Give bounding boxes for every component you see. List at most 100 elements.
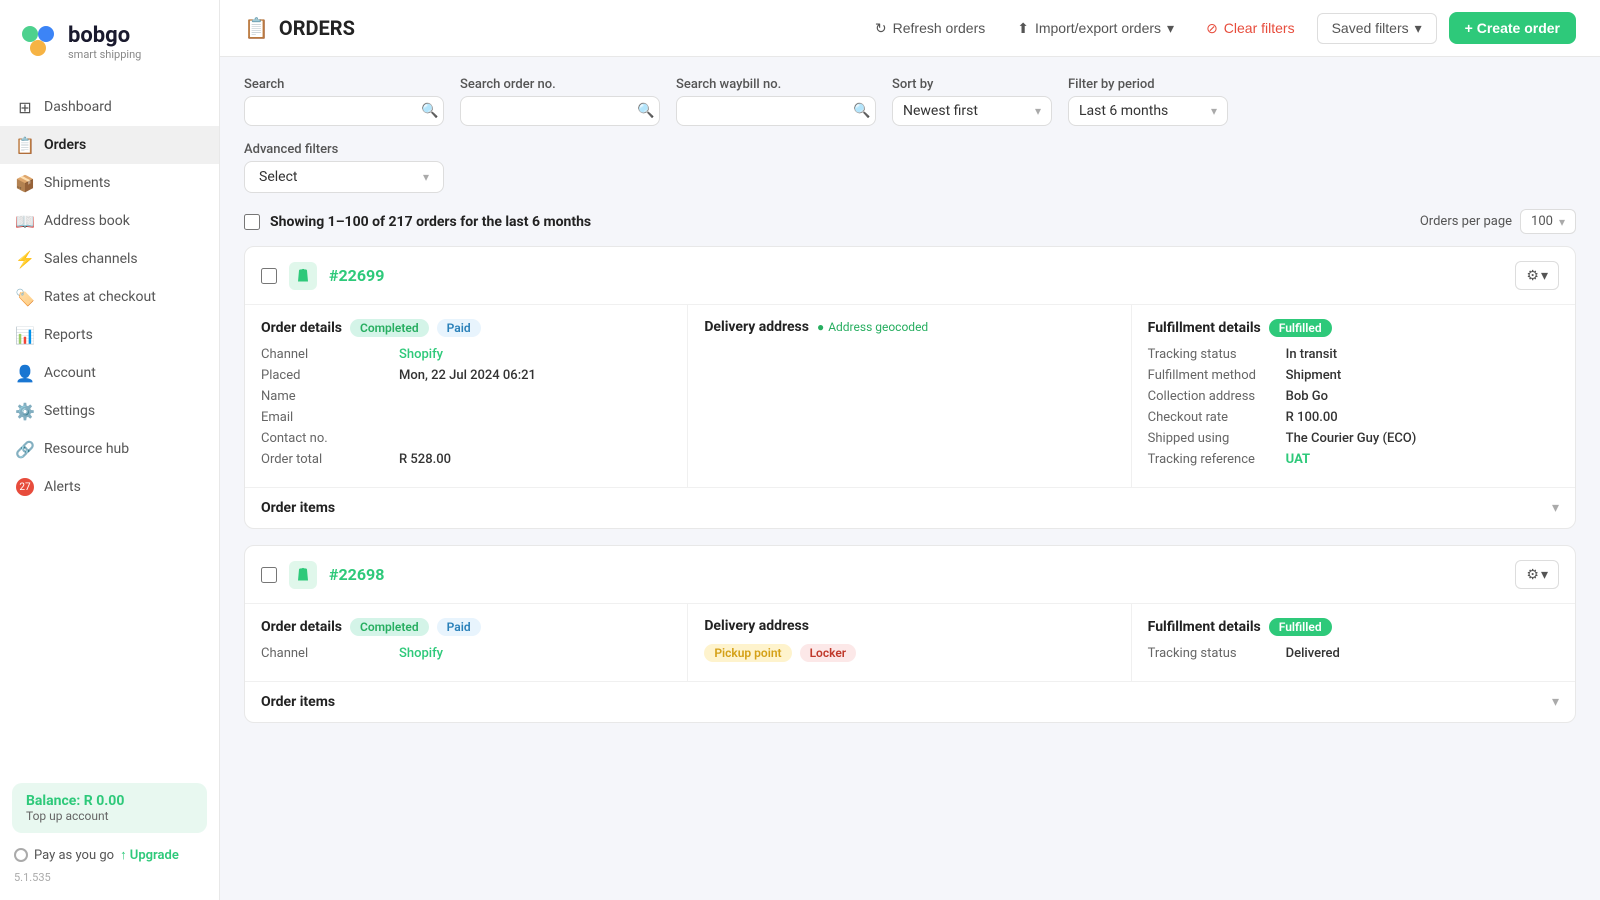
channel-value-22698[interactable]: Shopify	[399, 646, 443, 661]
refresh-orders-button[interactable]: ↻ Refresh orders	[865, 14, 995, 43]
orders-icon: 📋	[16, 136, 34, 154]
collection-row-22699: Collection address Bob Go	[1148, 389, 1559, 404]
sort-select[interactable]: Newest first ▾	[892, 96, 1052, 126]
total-key-22699: Order total	[261, 452, 391, 467]
sidebar-label-sales-channels: Sales channels	[44, 251, 138, 267]
order-items-row-22699[interactable]: Order items ▾	[245, 487, 1575, 528]
search-input-wrapper[interactable]: 🔍	[244, 96, 444, 126]
order-body-22698: Order details Completed Paid Channel Sho…	[245, 604, 1575, 681]
contact-row-22699: Contact no.	[261, 431, 671, 446]
order-items-label-22699: Order items	[261, 500, 335, 516]
plan-row: Pay as you go ↑ Upgrade	[12, 843, 207, 867]
sidebar-item-rates-checkout[interactable]: 🏷️ Rates at checkout	[0, 278, 219, 316]
sort-value: Newest first	[903, 103, 978, 119]
content-area: Search 🔍 Search order no. 🔍 Search waybi…	[220, 57, 1600, 900]
plan-icon	[14, 848, 28, 862]
order-22698-checkbox-wrapper[interactable]	[261, 567, 277, 583]
order-22698-actions: ⚙ ▾	[1515, 560, 1559, 589]
period-value: Last 6 months	[1079, 103, 1168, 119]
app-tagline: smart shipping	[68, 48, 141, 61]
order-22699-checkbox-wrapper[interactable]	[261, 268, 277, 284]
advanced-filters-select[interactable]: Select ▾	[244, 161, 444, 193]
settings-icon: ⚙️	[16, 402, 34, 420]
channel-value-22699[interactable]: Shopify	[399, 347, 443, 362]
completed-badge-22698: Completed	[350, 618, 429, 636]
sidebar: bobgo smart shipping ⊞ Dashboard 📋 Order…	[0, 0, 220, 900]
clear-label: Clear filters	[1224, 20, 1295, 36]
logo-text: bobgo smart shipping	[68, 23, 141, 61]
waybill-group: Search waybill no. 🔍	[676, 77, 876, 126]
advanced-filters-chevron-icon: ▾	[423, 170, 429, 184]
sidebar-item-address-book[interactable]: 📖 Address book	[0, 202, 219, 240]
tracking-status-value-22698: Delivered	[1286, 646, 1340, 661]
reference-row-22699: Tracking reference UAT	[1148, 452, 1559, 467]
delivery-address-22698: Delivery address Pickup point Locker	[688, 604, 1131, 681]
order-22699-checkbox[interactable]	[261, 268, 277, 284]
placed-value-22699: Mon, 22 Jul 2024 06:21	[399, 368, 536, 383]
advanced-filters-label: Advanced filters	[244, 142, 1576, 157]
period-select[interactable]: Last 6 months ▾	[1068, 96, 1228, 126]
order-id-22698[interactable]: #22698	[329, 565, 384, 584]
advanced-filters-value: Select	[259, 169, 297, 185]
sidebar-bottom: Balance: R 0.00 Top up account Pay as yo…	[0, 771, 219, 900]
import-export-button[interactable]: ⬆ Import/export orders ▾	[1007, 14, 1184, 43]
search-input[interactable]	[255, 103, 415, 119]
reference-key-22699: Tracking reference	[1148, 452, 1278, 467]
order-details-title-22698: Order details	[261, 619, 342, 635]
sidebar-item-resource-hub[interactable]: 🔗 Resource hub	[0, 430, 219, 468]
delivery-header-22698: Delivery address	[704, 618, 1114, 634]
saved-filters-button[interactable]: Saved filters ▾	[1317, 13, 1437, 44]
fulfillment-title-22699: Fulfillment details	[1148, 320, 1261, 336]
order-22698-gear-button[interactable]: ⚙ ▾	[1515, 560, 1559, 589]
sidebar-item-settings[interactable]: ⚙️ Settings	[0, 392, 219, 430]
email-key-22699: Email	[261, 410, 391, 425]
select-all-checkbox[interactable]	[244, 214, 260, 230]
sidebar-label-dashboard: Dashboard	[44, 99, 112, 115]
account-icon: 👤	[16, 364, 34, 382]
order-no-input-wrapper[interactable]: 🔍	[460, 96, 660, 126]
order-22699-gear-button[interactable]: ⚙ ▾	[1515, 261, 1559, 290]
shipped-value-22699: The Courier Guy (ECO)	[1286, 431, 1417, 446]
sidebar-label-alerts: Alerts	[44, 479, 81, 495]
balance-box[interactable]: Balance: R 0.00 Top up account	[12, 783, 207, 833]
fulfillment-header-22698: Fulfillment details Fulfilled	[1148, 618, 1559, 636]
tracking-status-key-22698: Tracking status	[1148, 646, 1278, 661]
clear-filters-button[interactable]: ⊘ Clear filters	[1196, 14, 1305, 43]
shopify-icon-22699	[289, 262, 317, 290]
create-order-label: + Create order	[1465, 20, 1560, 36]
order-id-22699[interactable]: #22699	[329, 266, 384, 285]
per-page-select[interactable]: 100 ▾	[1520, 209, 1576, 234]
upgrade-link[interactable]: ↑ Upgrade	[120, 847, 179, 863]
sidebar-label-resource-hub: Resource hub	[44, 441, 129, 457]
sidebar-item-dashboard[interactable]: ⊞ Dashboard	[0, 88, 219, 126]
waybill-search-icon: 🔍	[853, 103, 870, 119]
order-no-search-icon: 🔍	[637, 103, 654, 119]
order-22699-actions: ⚙ ▾	[1515, 261, 1559, 290]
sidebar-item-shipments[interactable]: 📦 Shipments	[0, 164, 219, 202]
period-label: Filter by period	[1068, 77, 1228, 92]
select-all-wrapper[interactable]	[244, 214, 260, 230]
reports-icon: 📊	[16, 326, 34, 344]
order-no-input[interactable]	[471, 103, 631, 119]
order-22698-checkbox[interactable]	[261, 567, 277, 583]
waybill-input-wrapper[interactable]: 🔍	[676, 96, 876, 126]
per-page-value: 100	[1531, 214, 1553, 229]
rates-icon: 🏷️	[16, 288, 34, 306]
reference-value-22699[interactable]: UAT	[1286, 452, 1310, 467]
sidebar-item-alerts[interactable]: 27 Alerts	[0, 468, 219, 506]
plan-label: Pay as you go	[34, 848, 114, 863]
completed-badge-22699: Completed	[350, 319, 429, 337]
order-items-row-22698[interactable]: Order items ▾	[245, 681, 1575, 722]
sidebar-item-reports[interactable]: 📊 Reports	[0, 316, 219, 354]
topup-link[interactable]: Top up account	[26, 809, 193, 823]
tracking-status-value-22699: In transit	[1286, 347, 1337, 362]
sidebar-item-sales-channels[interactable]: ⚡ Sales channels	[0, 240, 219, 278]
order-items-label-22698: Order items	[261, 694, 335, 710]
sidebar-label-rates: Rates at checkout	[44, 289, 156, 305]
sidebar-item-orders[interactable]: 📋 Orders	[0, 126, 219, 164]
sidebar-label-address-book: Address book	[44, 213, 130, 229]
waybill-input[interactable]	[687, 103, 847, 119]
sidebar-item-account[interactable]: 👤 Account	[0, 354, 219, 392]
create-order-button[interactable]: + Create order	[1449, 12, 1576, 44]
shipped-row-22699: Shipped using The Courier Guy (ECO)	[1148, 431, 1559, 446]
